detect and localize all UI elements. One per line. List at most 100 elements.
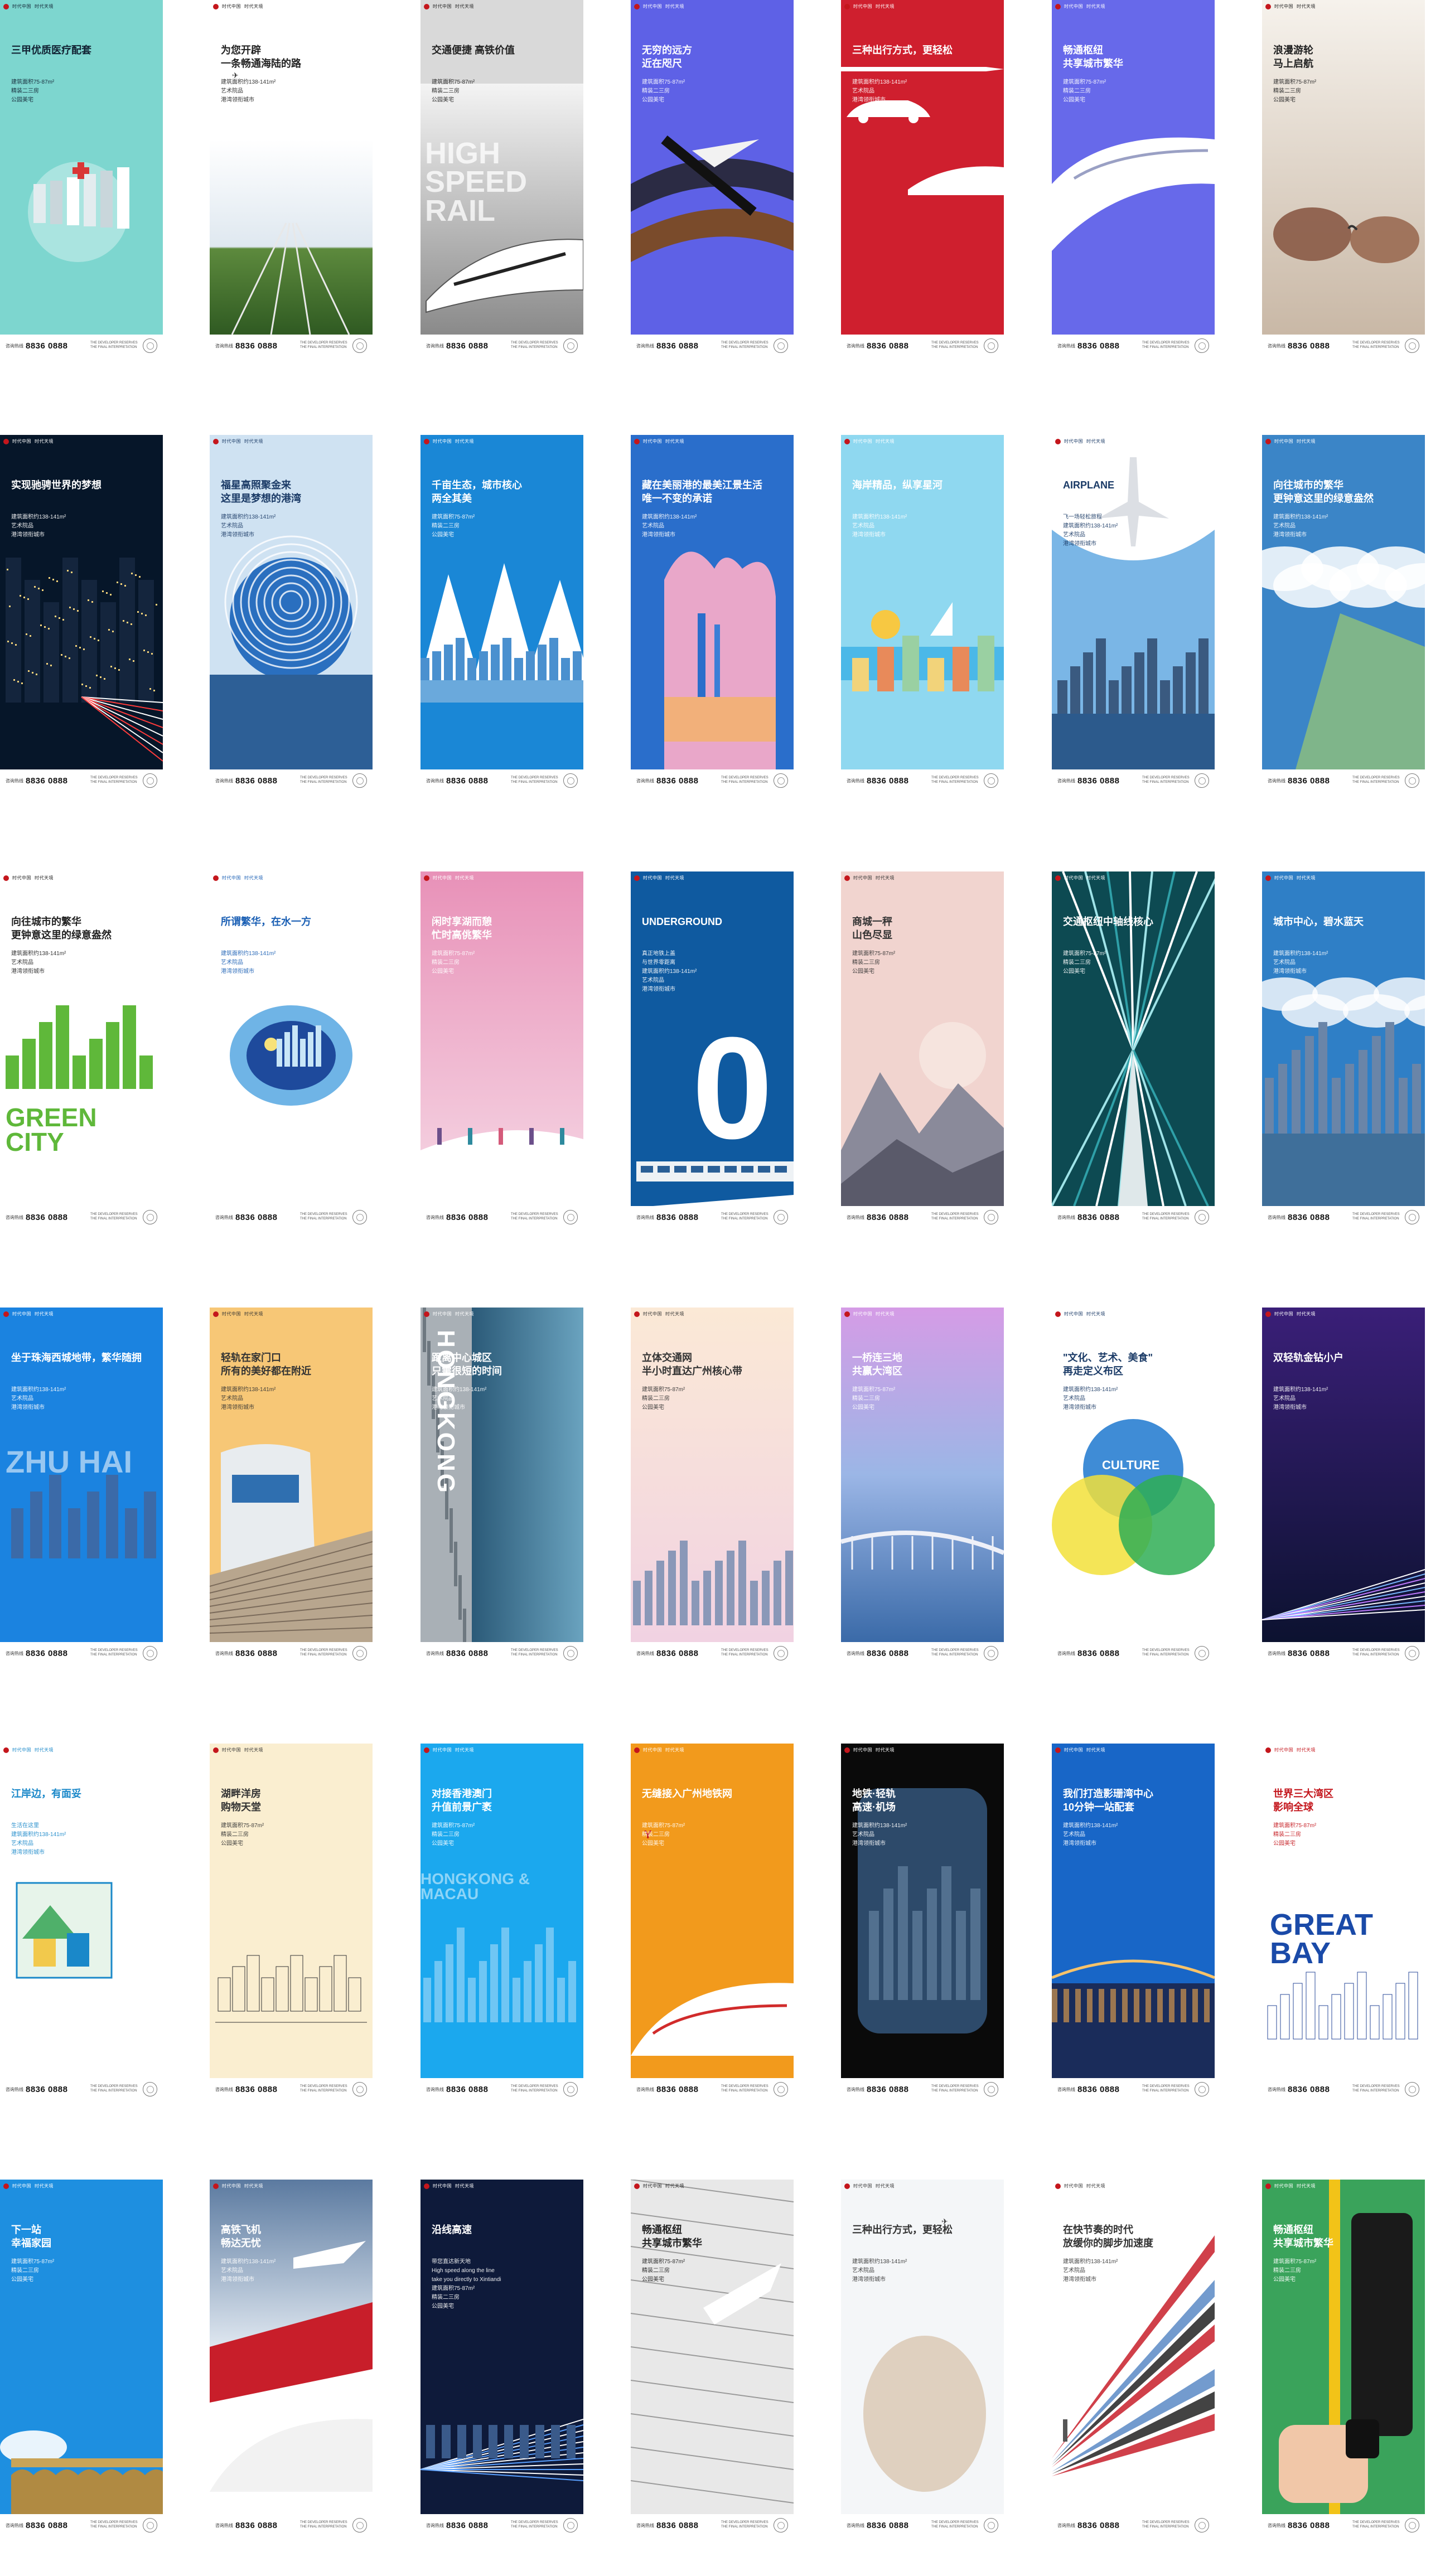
poster-card[interactable]: 时代中国 时代天境 浪漫游轮 马上启航 建筑面积75-87m² 精装二三房 公园美宅 咨询热… bbox=[1262, 0, 1425, 357]
poster-card[interactable]: 时代中国 时代天境 商城一秤 山色尽显 建筑面积75-87m² 精装二三房 公园美宅 咨询热… bbox=[841, 871, 1004, 1228]
disclaimer-text: THE DEVELOPER RESERVES THE FINAL INTERPR… bbox=[300, 1213, 347, 1221]
phone-number[interactable]: 8836 0888 bbox=[656, 2521, 698, 2530]
poster-card[interactable]: 时代中国 时代天境 城市中心，碧水蓝天 建筑面积约138-141m² 艺术院品 港湾领衔城… bbox=[1262, 871, 1425, 1228]
poster-card[interactable]: 时代中国 时代天境 在快节奏的时代 放缓你的脚步加速度 建筑面积约138-141m² 艺… bbox=[1052, 2180, 1215, 2536]
poster-card[interactable]: 时代中国 时代天境 世界三大湾区 影响全球 建筑面积75-87m² 精装二三房 公园美宅 G… bbox=[1262, 1744, 1425, 2100]
phone-number[interactable]: 8836 0888 bbox=[26, 776, 67, 786]
poster-card[interactable]: 时代中国 时代天境 畅通枢纽 共享城市繁华 建筑面积75-87m² 精装二三房 公园美宅咨… bbox=[1052, 0, 1215, 357]
poster-card[interactable]: 时代中国 时代天境 千亩生态，城市核心 两全其美 建筑面积75-87m² 精装二三房 公园… bbox=[420, 435, 583, 792]
phone-number[interactable]: 8836 0888 bbox=[1288, 2521, 1330, 2530]
poster-card[interactable]: 时代中国 时代天境 畅通枢纽 共享城市繁华 建筑面积75-87m² 精装二三房 公园美宅咨… bbox=[631, 2180, 794, 2536]
phone-number[interactable]: 8836 0888 bbox=[1288, 341, 1330, 351]
phone-number[interactable]: 8836 0888 bbox=[656, 341, 698, 351]
poster-card[interactable]: 时代中国 时代天境 对接香港澳门 升值前景广袤 建筑面积75-87m² 精装二三房 公园美… bbox=[420, 1744, 583, 2100]
poster-card[interactable]: 时代中国 时代天境 立体交通网 半小时直达广州核心带 建筑面积75-87m² 精装二三房… bbox=[631, 1308, 794, 1664]
window-light bbox=[149, 688, 151, 690]
disclaimer-text: THE DEVELOPER RESERVES THE FINAL INTERPR… bbox=[931, 2085, 979, 2093]
phone-number[interactable]: 8836 0888 bbox=[235, 2085, 277, 2094]
phone-number[interactable]: 8836 0888 bbox=[656, 776, 698, 786]
phone-number[interactable]: 8836 0888 bbox=[26, 1213, 67, 1222]
poster-card[interactable]: 时代中国 时代天境 高铁飞机 畅达无忧 建筑面积约138-141m² 艺术院品 港湾领衔城… bbox=[210, 2180, 373, 2536]
phone-number[interactable]: 8836 0888 bbox=[1077, 776, 1119, 786]
poster-card[interactable]: 时代中国 时代天境 距离中心城区 只需很短的时间 建筑面积约138-141m² 艺术院品… bbox=[420, 1308, 583, 1664]
phone-number[interactable]: 8836 0888 bbox=[1288, 776, 1330, 786]
phone-number[interactable]: 8836 0888 bbox=[446, 1213, 488, 1222]
poster-card[interactable]: 时代中国 时代天境 坐于珠海西城地带，繁华随拥 建筑面积约138-141m² 艺术院品港… bbox=[0, 1308, 163, 1664]
phone-number[interactable]: 8836 0888 bbox=[26, 2085, 67, 2094]
poster-card[interactable]: 时代中国 时代天境 所谓繁华，在水一方 建筑面积约138-141m² 艺术院品 港湾领衔城… bbox=[210, 871, 373, 1228]
phone-number[interactable]: 8836 0888 bbox=[1288, 1213, 1330, 1222]
phone-number[interactable]: 8836 0888 bbox=[26, 1649, 67, 1658]
phone-number[interactable]: 8836 0888 bbox=[446, 2521, 488, 2530]
poster-card[interactable]: 时代中国 时代天境 闲时享湖而憩 忙时高佻繁华 建筑面积75-87m² 精装二三房 公园美… bbox=[420, 871, 583, 1228]
brand-logo-icon bbox=[3, 2183, 9, 2189]
poster-card[interactable]: 时代中国 时代天境 下一站 幸福家园 建筑面积75-87m² 精装二三房 公园美宅 咨询热线… bbox=[0, 2180, 163, 2536]
phone-number[interactable]: 8836 0888 bbox=[1077, 2521, 1119, 2530]
poster-card[interactable]: 时代中国 时代天境 "文化、艺术、美食" 再走定义布区 建筑面积约138-141m² 艺… bbox=[1052, 1308, 1215, 1664]
phone-number[interactable]: 8836 0888 bbox=[1288, 1649, 1330, 1658]
phone-number[interactable]: 8836 0888 bbox=[446, 776, 488, 786]
phone-number[interactable]: 8836 0888 bbox=[446, 1649, 488, 1658]
subtext-line: 建筑面积约138-141m² bbox=[221, 951, 276, 957]
phone-number[interactable]: 8836 0888 bbox=[867, 2521, 908, 2530]
phone-number[interactable]: 8836 0888 bbox=[867, 2085, 908, 2094]
phone-number[interactable]: 8836 0888 bbox=[235, 341, 277, 351]
medical-building bbox=[50, 181, 62, 224]
seal-icon bbox=[352, 2518, 367, 2533]
phone-number[interactable]: 8836 0888 bbox=[867, 1649, 908, 1658]
phone-number[interactable]: 8836 0888 bbox=[867, 776, 908, 786]
window-light bbox=[81, 684, 83, 685]
poster-card[interactable]: 时代中国 时代天境 无穷的远方 近在咫尺 建筑面积75-87m² 精装二三房 公园美宅 咨询… bbox=[631, 0, 794, 357]
seal-icon bbox=[774, 1646, 788, 1660]
poster-card[interactable]: 时代中国 时代天境 福星高照聚金来 这里是梦想的港湾 建筑面积约138-141m² 艺术… bbox=[210, 435, 373, 792]
poster-card[interactable]: 时代中国 时代天境 实现驰骋世界的梦想 建筑面积约138-141m² 艺术院品 港湾领衔城… bbox=[0, 435, 163, 792]
phone-number[interactable]: 8836 0888 bbox=[1077, 341, 1119, 351]
poster-card[interactable]: 时代中国 时代天境 AIRPLANE 飞一场轻松旅程 建筑面积约138-141m² 艺术院… bbox=[1052, 435, 1215, 792]
phone-number[interactable]: 8836 0888 bbox=[26, 2521, 67, 2530]
poster-card[interactable]: 时代中国 时代天境 沿线高速 带您直达新天地 High speed along the … bbox=[420, 2180, 583, 2536]
poster-card[interactable]: 时代中国 时代天境 海岸精品，纵享星河 建筑面积约138-141m² 艺术院品 港湾领衔城… bbox=[841, 435, 1004, 792]
phone-number[interactable]: 8836 0888 bbox=[446, 2085, 488, 2094]
window-light bbox=[73, 608, 75, 610]
subtext-line: 艺术院品 bbox=[221, 960, 243, 966]
phone-number[interactable]: 8836 0888 bbox=[656, 1213, 698, 1222]
poster-card[interactable]: 时代中国 时代天境 轻轨在家门口 所有的美好都在附近 建筑面积约138-141m² 艺术… bbox=[210, 1308, 373, 1664]
poster-card[interactable]: 时代中国 时代天境 交通枢纽中轴线核心 建筑面积75-87m² 精装二三房 公园美宅 咨询热… bbox=[1052, 871, 1215, 1228]
poster-card[interactable]: 时代中国 时代天境 三种出行方式，更轻松 建筑面积约138-141m² 艺术院品 港湾领衔… bbox=[841, 0, 1004, 357]
standing-figure bbox=[1063, 2419, 1067, 2442]
phone-number[interactable]: 8836 0888 bbox=[1288, 2085, 1330, 2094]
poster-card[interactable]: 时代中国 时代天境 我们打造影珊湾中心 10分钟一站配套 建筑面积约138-141m²… bbox=[1052, 1744, 1215, 2100]
phone-number[interactable]: 8836 0888 bbox=[867, 1213, 908, 1222]
poster-card[interactable]: 时代中国 时代天境 双轻轨金钻小户 建筑面积约138-141m² 艺术院品 港湾领衔城市咨… bbox=[1262, 1308, 1425, 1664]
phone-number[interactable]: 8836 0888 bbox=[26, 341, 67, 351]
phone-number[interactable]: 8836 0888 bbox=[235, 2521, 277, 2530]
poster-card[interactable]: 时代中国 时代天境 藏在美丽港的最美江景生活 唯一不变的承诺 建筑面积约138-141… bbox=[631, 435, 794, 792]
phone-number[interactable]: 8836 0888 bbox=[235, 776, 277, 786]
poster-card[interactable]: 时代中国 时代天境 向往城市的繁华 更钟意这里的绿意盎然 建筑面积约138-141m²… bbox=[1262, 435, 1425, 792]
poster-card[interactable]: 时代中国 时代天境 三甲优质医疗配套 建筑面积75-87m² 精装二三房 公园美宅 咨询热线… bbox=[0, 0, 163, 357]
poster-card[interactable]: 时代中国 时代天境 向往城市的繁华 更钟意这里的绿意盎然 建筑面积约138-141m²… bbox=[0, 871, 163, 1228]
poster-card[interactable]: 时代中国 时代天境 交通便捷 高铁价值 建筑面积75-87m² 精装二三房 公园美宅 HIG… bbox=[420, 0, 583, 357]
phone-number[interactable]: 8836 0888 bbox=[1077, 1213, 1119, 1222]
phone-number[interactable]: 8836 0888 bbox=[656, 2085, 698, 2094]
subtext-line: 港湾领衔城市 bbox=[1063, 541, 1096, 547]
poster-card[interactable]: ✈ 时代中国 时代天境 三种出行方式，更轻松 建筑面积约138-141m² 艺术院品 港湾领… bbox=[841, 2180, 1004, 2536]
window-light bbox=[15, 644, 17, 646]
phone-number[interactable]: 8836 0888 bbox=[1077, 1649, 1119, 1658]
poster-card[interactable]: ✈ 时代中国 时代天境 为您开辟 一条畅通海陆的路 建筑面积约138-141m² 艺术院品… bbox=[210, 0, 373, 357]
poster-card[interactable]: 时代中国 时代天境 江岸边，有面妥 生活在这里 建筑面积约138-141m² 艺术院品 港湾… bbox=[0, 1744, 163, 2100]
house bbox=[33, 1939, 56, 1967]
phone-number[interactable]: 8836 0888 bbox=[1077, 2085, 1119, 2094]
phone-number[interactable]: 8836 0888 bbox=[235, 1649, 277, 1658]
walker-figure bbox=[437, 1128, 442, 1145]
poster-card[interactable]: 时代中国 时代天境 湖畔洋房 购物天堂 建筑面积75-87m² 精装二三房 公园美宅 咨询热… bbox=[210, 1744, 373, 2100]
phone-number[interactable]: 8836 0888 bbox=[656, 1649, 698, 1658]
poster-card[interactable]: 时代中国 时代天境 UNDERGROUND 真正地铁上盖 与世界零距离 建筑面积约138-… bbox=[631, 871, 794, 1228]
phone-number[interactable]: 8836 0888 bbox=[446, 341, 488, 351]
poster-card[interactable]: Y 时代中国 时代天境 无缝接入广州地铁网 建筑面积75-87m² 精装二三房 公园美宅 咨询… bbox=[631, 1744, 794, 2100]
poster-card[interactable]: 时代中国 时代天境 畅通枢纽 共享城市繁华 建筑面积75-87m² 精装二三房 公园美宅咨… bbox=[1262, 2180, 1425, 2536]
phone-number[interactable]: 8836 0888 bbox=[235, 1213, 277, 1222]
phone-number[interactable]: 8836 0888 bbox=[867, 341, 908, 351]
poster-card[interactable]: 时代中国 时代天境 地铁·轻轨 高速·机场 建筑面积约138-141m² 艺术院品 港湾领… bbox=[841, 1744, 1004, 2100]
poster-card[interactable]: 时代中国 时代天境 一桥连三地 共赢大湾区 建筑面积75-87m² 精装二三房 公园美宅咨… bbox=[841, 1308, 1004, 1664]
